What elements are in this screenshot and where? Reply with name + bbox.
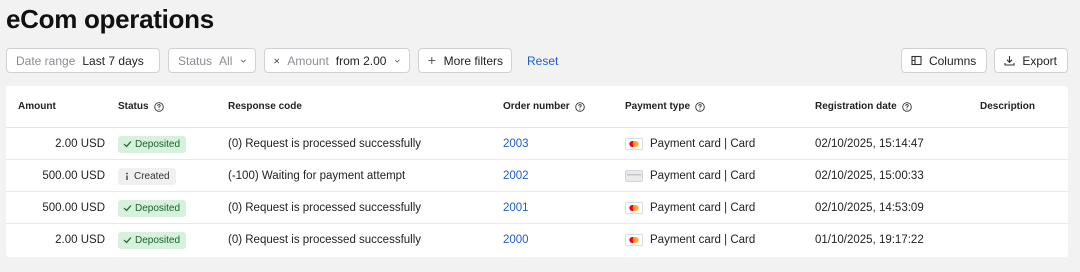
column-label: Response code (228, 101, 302, 112)
payment-type-text: Payment card | Card (650, 202, 756, 214)
column-header-description[interactable]: Description (980, 101, 1035, 112)
status-text: Created (134, 170, 170, 182)
order-number-link[interactable]: 2002 (503, 160, 529, 192)
payment-type-text: Payment card | Card (650, 234, 756, 246)
columns-icon (911, 55, 922, 66)
check-icon (123, 237, 132, 244)
order-number-link[interactable]: 2001 (503, 192, 529, 224)
payment-type-cell: Payment card | Card (625, 224, 755, 256)
column-header-response-code[interactable]: Response code (228, 101, 302, 112)
amount-cell: 500.00 USD (42, 202, 105, 214)
order-number-link[interactable]: 2000 (503, 224, 529, 256)
order-number-link[interactable]: 2003 (503, 128, 529, 160)
status-value: All (219, 53, 233, 68)
table-row[interactable]: 2.00 USD Deposited (0) Request is proces… (6, 128, 1068, 160)
download-icon (1004, 56, 1015, 66)
amount-cell: 2.00 USD (55, 234, 105, 246)
response-code-cell: (0) Request is processed successfully (228, 202, 422, 214)
status-text: Deposited (135, 234, 181, 246)
amount-value: from 2.00 (335, 53, 387, 68)
status-label: Status (178, 53, 213, 68)
column-header-order-number[interactable]: Order number (503, 101, 585, 112)
page-title: eCom operations (6, 4, 214, 34)
status-badge: Deposited (118, 135, 187, 153)
response-code-cell: (-100) Waiting for payment attempt (228, 170, 406, 182)
payment-type-cell: Payment card | Card (625, 128, 755, 160)
status-cell: Deposited (118, 224, 187, 256)
columns-label: Columns (928, 53, 977, 68)
export-label: Export (1022, 53, 1057, 68)
payment-type-cell: Payment card | Card (625, 192, 755, 224)
column-header-status[interactable]: Status (118, 101, 164, 112)
column-label: Registration date (815, 101, 897, 112)
payment-type-text: Payment card | Card (650, 138, 756, 150)
mastercard-icon (625, 234, 643, 246)
column-header-payment-type[interactable]: Payment type (625, 101, 705, 112)
plus-icon (428, 57, 436, 64)
more-filters-label: More filters (443, 53, 503, 68)
filter-bar: Date range Last 7 days Status All Amount… (6, 48, 558, 73)
column-label: Order number (503, 101, 570, 112)
amount-label: Amount (287, 53, 329, 68)
status-cell: Deposited (118, 192, 187, 224)
help-icon[interactable] (901, 101, 912, 112)
column-label: Amount (18, 101, 56, 112)
close-icon[interactable] (274, 56, 280, 66)
status-cell: Deposited (118, 128, 187, 160)
status-badge: Deposited (118, 199, 187, 217)
table-actions: Columns Export (894, 48, 1068, 73)
table-row[interactable]: 500.00 USD Deposited (0) Request is proc… (6, 192, 1068, 224)
date-range-filter[interactable]: Date range Last 7 days (6, 48, 160, 73)
help-icon[interactable] (574, 101, 585, 112)
date-range-value: Last 7 days (82, 53, 144, 68)
payment-type-text: Payment card | Card (650, 170, 756, 182)
table-row[interactable]: 2.00 USD Deposited (0) Request is proces… (6, 224, 1068, 256)
chevron-down-icon (395, 59, 401, 63)
mastercard-icon (625, 202, 643, 214)
help-icon[interactable] (153, 101, 164, 112)
columns-button[interactable]: Columns (900, 48, 988, 73)
column-label: Status (118, 101, 149, 112)
status-text: Deposited (135, 202, 181, 214)
help-icon[interactable] (695, 101, 705, 112)
status-badge: Deposited (118, 231, 187, 249)
info-icon (126, 172, 128, 180)
operations-table: Amount Status Response code Order number… (6, 86, 1068, 257)
response-code-cell: (0) Request is processed successfully (228, 234, 422, 246)
column-header-registration-date[interactable]: Registration date (815, 101, 912, 112)
registration-date-cell: 01/10/2025, 19:17:22 (815, 234, 924, 246)
export-button[interactable]: Export (994, 48, 1068, 73)
status-cell: Created (118, 160, 176, 192)
amount-filter[interactable]: Amount from 2.00 (264, 48, 410, 73)
more-filters-button[interactable]: More filters (418, 48, 512, 73)
mastercard-icon (625, 138, 643, 150)
check-icon (123, 141, 132, 148)
registration-date-cell: 02/10/2025, 15:14:47 (815, 138, 924, 150)
check-icon (123, 205, 132, 212)
amount-cell: 500.00 USD (42, 170, 105, 182)
chevron-down-icon (241, 59, 247, 63)
registration-date-cell: 02/10/2025, 15:00:33 (815, 170, 924, 182)
table-header: Amount Status Response code Order number… (6, 86, 1068, 128)
registration-date-cell: 02/10/2025, 14:53:09 (815, 202, 924, 214)
table-row[interactable]: 500.00 USD Created (-100) Waiting for pa… (6, 160, 1068, 192)
column-label: Payment type (625, 101, 691, 112)
status-text: Deposited (135, 138, 181, 150)
generic-card-icon (625, 170, 643, 182)
reset-link[interactable]: Reset (527, 54, 558, 68)
payment-type-cell: Payment card | Card (625, 160, 755, 192)
column-label: Description (980, 101, 1036, 112)
status-badge: Created (118, 167, 176, 185)
date-range-label: Date range (16, 53, 76, 68)
amount-cell: 2.00 USD (55, 138, 105, 150)
response-code-cell: (0) Request is processed successfully (228, 138, 422, 150)
status-filter[interactable]: Status All (168, 48, 256, 73)
column-header-amount[interactable]: Amount (18, 101, 56, 112)
